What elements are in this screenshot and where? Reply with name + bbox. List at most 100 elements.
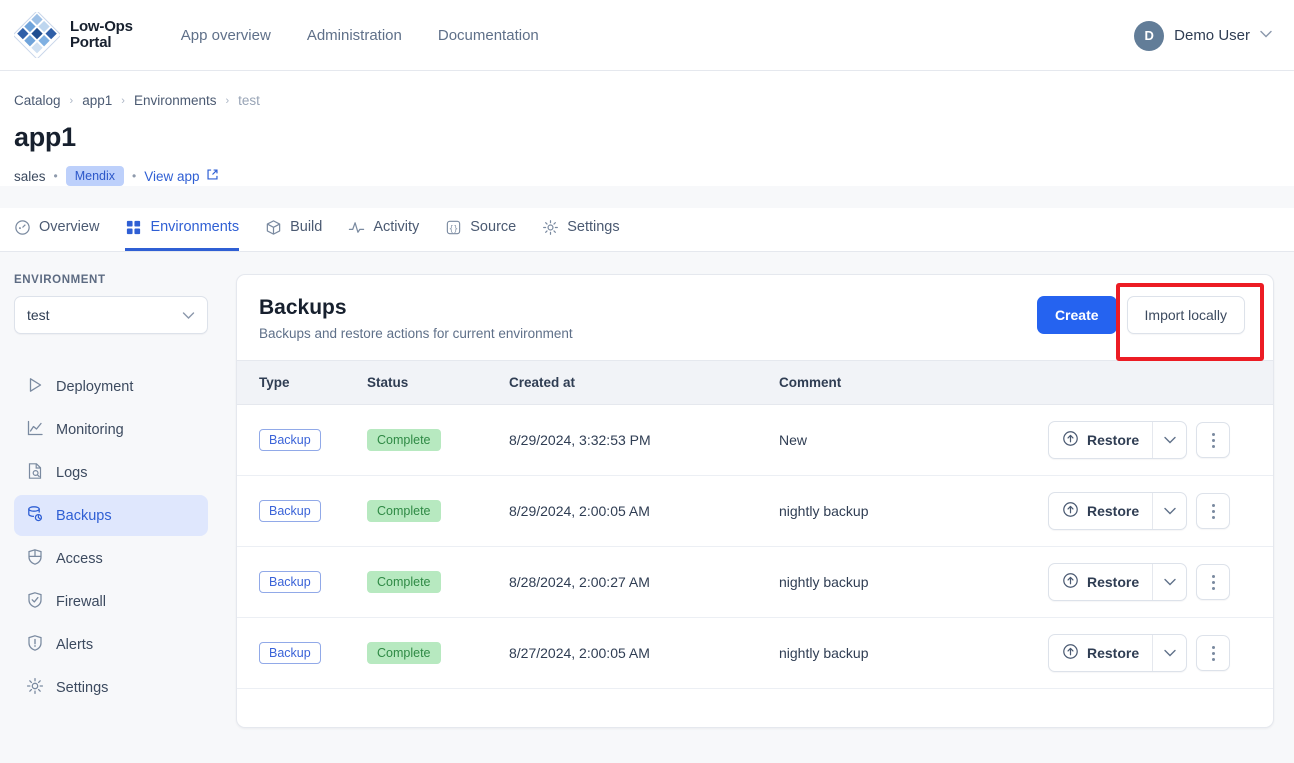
cell-created-at: 8/28/2024, 2:00:27 AM [509, 546, 779, 618]
play-icon [26, 376, 44, 398]
cell-actions: Restore [1048, 546, 1273, 618]
breadcrumb-catalog[interactable]: Catalog [14, 93, 61, 108]
gear-icon [26, 677, 44, 699]
shield-check-icon [26, 591, 44, 613]
chevron-down-icon [182, 307, 195, 323]
cell-type: Backup [237, 475, 367, 547]
row-overflow-menu-button[interactable] [1196, 493, 1231, 529]
main-content: Backups Backups and restore actions for … [222, 252, 1294, 728]
tab-label: Source [470, 219, 517, 235]
sidebar-item-firewall[interactable]: Firewall [14, 581, 208, 622]
view-app-link[interactable]: View app [144, 168, 218, 184]
sidebar-item-label: Access [56, 550, 103, 567]
top-navigation: App overview Administration Documentatio… [181, 27, 539, 44]
restore-dropdown-toggle[interactable] [1152, 564, 1186, 600]
database-sync-icon [26, 505, 44, 527]
column-header-actions [1048, 360, 1273, 405]
table-row[interactable]: Backup Complete 8/29/2024, 2:00:05 AM ni… [237, 475, 1273, 547]
create-button[interactable]: Create [1036, 296, 1117, 334]
grid-icon [125, 219, 142, 236]
restore-upload-icon [1062, 572, 1079, 592]
shield-grid-icon [26, 548, 44, 570]
cell-status: Complete [367, 617, 509, 689]
tab-label: Overview [39, 219, 100, 235]
tab-environments[interactable]: Environments [125, 208, 240, 251]
row-action-group: Restore [1048, 563, 1273, 601]
chevron-down-icon [1163, 578, 1176, 586]
restore-dropdown-toggle[interactable] [1152, 635, 1186, 671]
type-badge: Backup [259, 571, 321, 593]
kebab-dot [1211, 515, 1215, 519]
cell-status: Complete [367, 475, 509, 547]
cell-type: Backup [237, 546, 367, 618]
cell-comment: nightly backup [779, 475, 1048, 547]
restore-label: Restore [1087, 503, 1140, 519]
kebab-dot [1211, 657, 1215, 661]
cell-created-at: 8/29/2024, 3:32:53 PM [509, 404, 779, 476]
tab-settings[interactable]: Settings [542, 208, 620, 251]
sidebar-item-logs[interactable]: Logs [14, 452, 208, 493]
card-actions: Create Import locally [1036, 296, 1251, 334]
sidebar-item-deployment[interactable]: Deployment [14, 366, 208, 407]
breadcrumb-environments[interactable]: Environments [134, 93, 217, 108]
table-row[interactable]: Backup Complete 8/29/2024, 3:32:53 PM Ne… [237, 404, 1273, 476]
svg-text:{}: {} [449, 223, 458, 232]
restore-dropdown-toggle[interactable] [1152, 493, 1186, 529]
restore-button[interactable]: Restore [1049, 422, 1152, 458]
shield-alert-icon [26, 634, 44, 656]
tab-source[interactable]: {} Source [445, 208, 516, 251]
row-overflow-menu-button[interactable] [1196, 422, 1231, 458]
brand-line-2: Portal [70, 34, 112, 51]
diamond-grid-logo-icon [12, 10, 62, 60]
nav-documentation[interactable]: Documentation [438, 27, 539, 44]
tab-overview[interactable]: Overview [14, 208, 99, 251]
environment-sidebar: ENVIRONMENT test Deployment Monitoring L… [0, 252, 222, 728]
restore-dropdown-toggle[interactable] [1152, 422, 1186, 458]
user-menu[interactable]: D Demo User [1134, 0, 1272, 71]
row-overflow-menu-button[interactable] [1196, 635, 1231, 671]
status-badge: Complete [367, 642, 441, 664]
row-overflow-menu-button[interactable] [1196, 564, 1231, 600]
cell-comment: New [779, 404, 1048, 476]
kebab-dot [1211, 574, 1215, 578]
table-row[interactable]: Backup Complete 8/28/2024, 2:00:27 AM ni… [237, 546, 1273, 618]
kebab-dot [1211, 645, 1215, 649]
chevron-down-icon [1260, 30, 1272, 41]
restore-button[interactable]: Restore [1049, 635, 1152, 671]
sidebar-item-label: Alerts [56, 636, 94, 653]
meta-dot: • [53, 169, 58, 183]
restore-button[interactable]: Restore [1049, 493, 1152, 529]
tab-build[interactable]: Build [265, 208, 322, 251]
chevron-down-icon [1163, 649, 1176, 657]
tab-activity[interactable]: Activity [348, 208, 419, 251]
sidebar-item-label: Logs [56, 464, 88, 481]
table-row[interactable]: Backup Complete 8/27/2024, 2:00:05 AM ni… [237, 617, 1273, 689]
kebab-dot [1211, 432, 1215, 436]
breadcrumb-app1[interactable]: app1 [82, 93, 112, 108]
nav-app-overview[interactable]: App overview [181, 27, 271, 44]
sidebar-item-monitoring[interactable]: Monitoring [14, 409, 208, 450]
import-locally-button[interactable]: Import locally [1126, 296, 1245, 334]
app-meta: sales • Mendix • View app [14, 166, 1294, 186]
breadcrumb-separator-icon: › [225, 94, 230, 107]
breadcrumb: Catalog › app1 › Environments › test [14, 93, 1294, 108]
view-app-label: View app [144, 168, 200, 184]
restore-label: Restore [1087, 432, 1140, 448]
brand-logo[interactable]: Low-Ops Portal [12, 10, 133, 60]
nav-administration[interactable]: Administration [307, 27, 402, 44]
environment-select[interactable]: test [14, 296, 208, 334]
external-link-icon [206, 168, 219, 184]
chevron-down-icon [1163, 507, 1176, 515]
sidebar-item-alerts[interactable]: Alerts [14, 624, 208, 665]
type-badge: Backup [259, 642, 321, 664]
row-action-group: Restore [1048, 421, 1273, 459]
cell-created-at: 8/29/2024, 2:00:05 AM [509, 475, 779, 547]
sidebar-item-settings[interactable]: Settings [14, 667, 208, 708]
sidebar-item-label: Settings [56, 679, 109, 696]
sidebar-item-access[interactable]: Access [14, 538, 208, 579]
backups-table: Type Status Created at Comment Backup Co… [237, 360, 1273, 689]
sidebar-item-backups[interactable]: Backups [14, 495, 208, 536]
kebab-dot [1211, 651, 1215, 655]
restore-button[interactable]: Restore [1049, 564, 1152, 600]
restore-label: Restore [1087, 645, 1140, 661]
